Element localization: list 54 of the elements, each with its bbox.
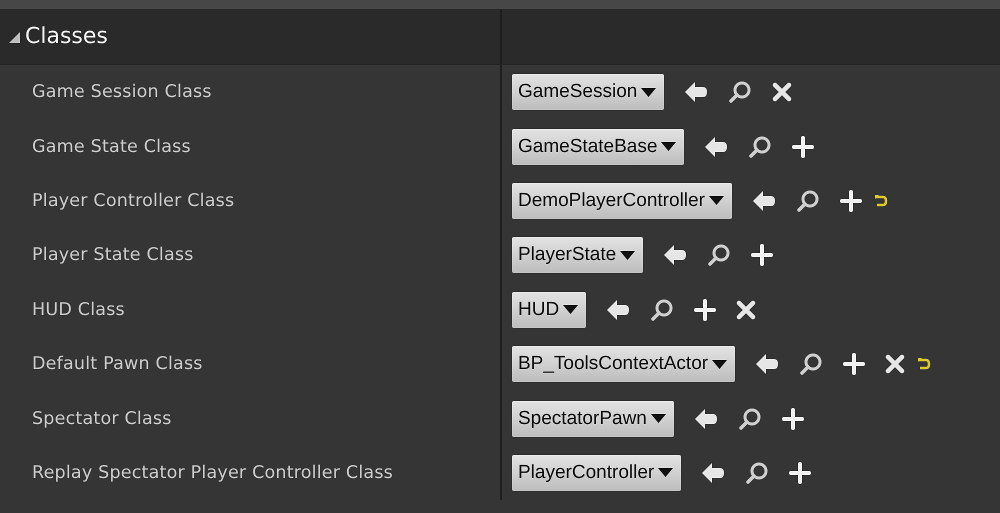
dropdown-arrow-icon [620, 250, 636, 260]
left-arrow-icon[interactable] [755, 353, 780, 376]
search-icon[interactable] [650, 298, 674, 322]
search-icon[interactable] [745, 460, 770, 485]
property-label: Game Session Class [32, 82, 212, 102]
search-icon[interactable] [738, 406, 762, 431]
left-arrow-icon[interactable] [606, 298, 630, 321]
plus-icon[interactable] [694, 298, 716, 321]
property-label: Replay Spectator Player Controller Class [32, 462, 393, 483]
property-label: Spectator Class [32, 408, 172, 429]
class-dropdown[interactable]: GameStateBase [512, 128, 684, 165]
left-arrow-icon[interactable] [694, 408, 718, 430]
close-icon[interactable] [772, 82, 792, 102]
class-dropdown[interactable]: BP_ToolsContextActor [512, 346, 736, 382]
class-dropdown[interactable]: PlayerController [512, 454, 682, 491]
class-dropdown[interactable]: PlayerState [512, 237, 644, 274]
reset-arrow-icon[interactable] [874, 194, 888, 208]
dropdown-arrow-icon [712, 360, 728, 369]
left-arrow-icon[interactable] [704, 136, 728, 158]
plus-icon[interactable] [843, 353, 866, 376]
plus-icon[interactable] [789, 462, 812, 484]
plus-icon[interactable] [751, 244, 774, 266]
left-arrow-icon[interactable] [684, 81, 708, 104]
search-icon[interactable] [796, 188, 820, 213]
property-label: HUD Class [32, 300, 125, 320]
property-label: Default Pawn Class [32, 354, 203, 374]
left-arrow-icon[interactable] [663, 244, 688, 266]
dropdown-arrow-icon [658, 468, 674, 478]
search-icon[interactable] [707, 243, 732, 268]
expand-triangle-icon[interactable] [7, 30, 21, 44]
left-arrow-icon[interactable] [701, 462, 726, 484]
dropdown-arrow-icon [650, 414, 666, 424]
class-dropdown[interactable]: GameSession [512, 74, 664, 110]
plus-icon[interactable] [792, 136, 814, 158]
dropdown-arrow-icon [641, 88, 656, 97]
property-label: Game State Class [32, 136, 191, 157]
dropdown-arrow-icon [708, 196, 724, 206]
plus-icon[interactable] [840, 190, 862, 212]
left-arrow-icon[interactable] [752, 190, 776, 212]
class-dropdown[interactable]: HUD [512, 292, 586, 328]
dropdown-arrow-icon [563, 305, 578, 314]
reset-arrow-icon[interactable] [917, 357, 932, 372]
search-icon[interactable] [728, 80, 752, 104]
search-icon[interactable] [799, 352, 824, 376]
property-label: Player State Class [32, 245, 194, 266]
plus-icon[interactable] [782, 408, 804, 430]
property-label: Player Controller Class [32, 190, 234, 211]
class-dropdown[interactable]: DemoPlayerController [512, 182, 732, 219]
search-icon[interactable] [748, 134, 772, 159]
section-title: Classes [25, 24, 108, 49]
close-icon[interactable] [885, 354, 906, 374]
dropdown-arrow-icon [661, 142, 676, 152]
close-icon[interactable] [736, 300, 756, 320]
class-dropdown[interactable]: SpectatorPawn [512, 400, 674, 437]
